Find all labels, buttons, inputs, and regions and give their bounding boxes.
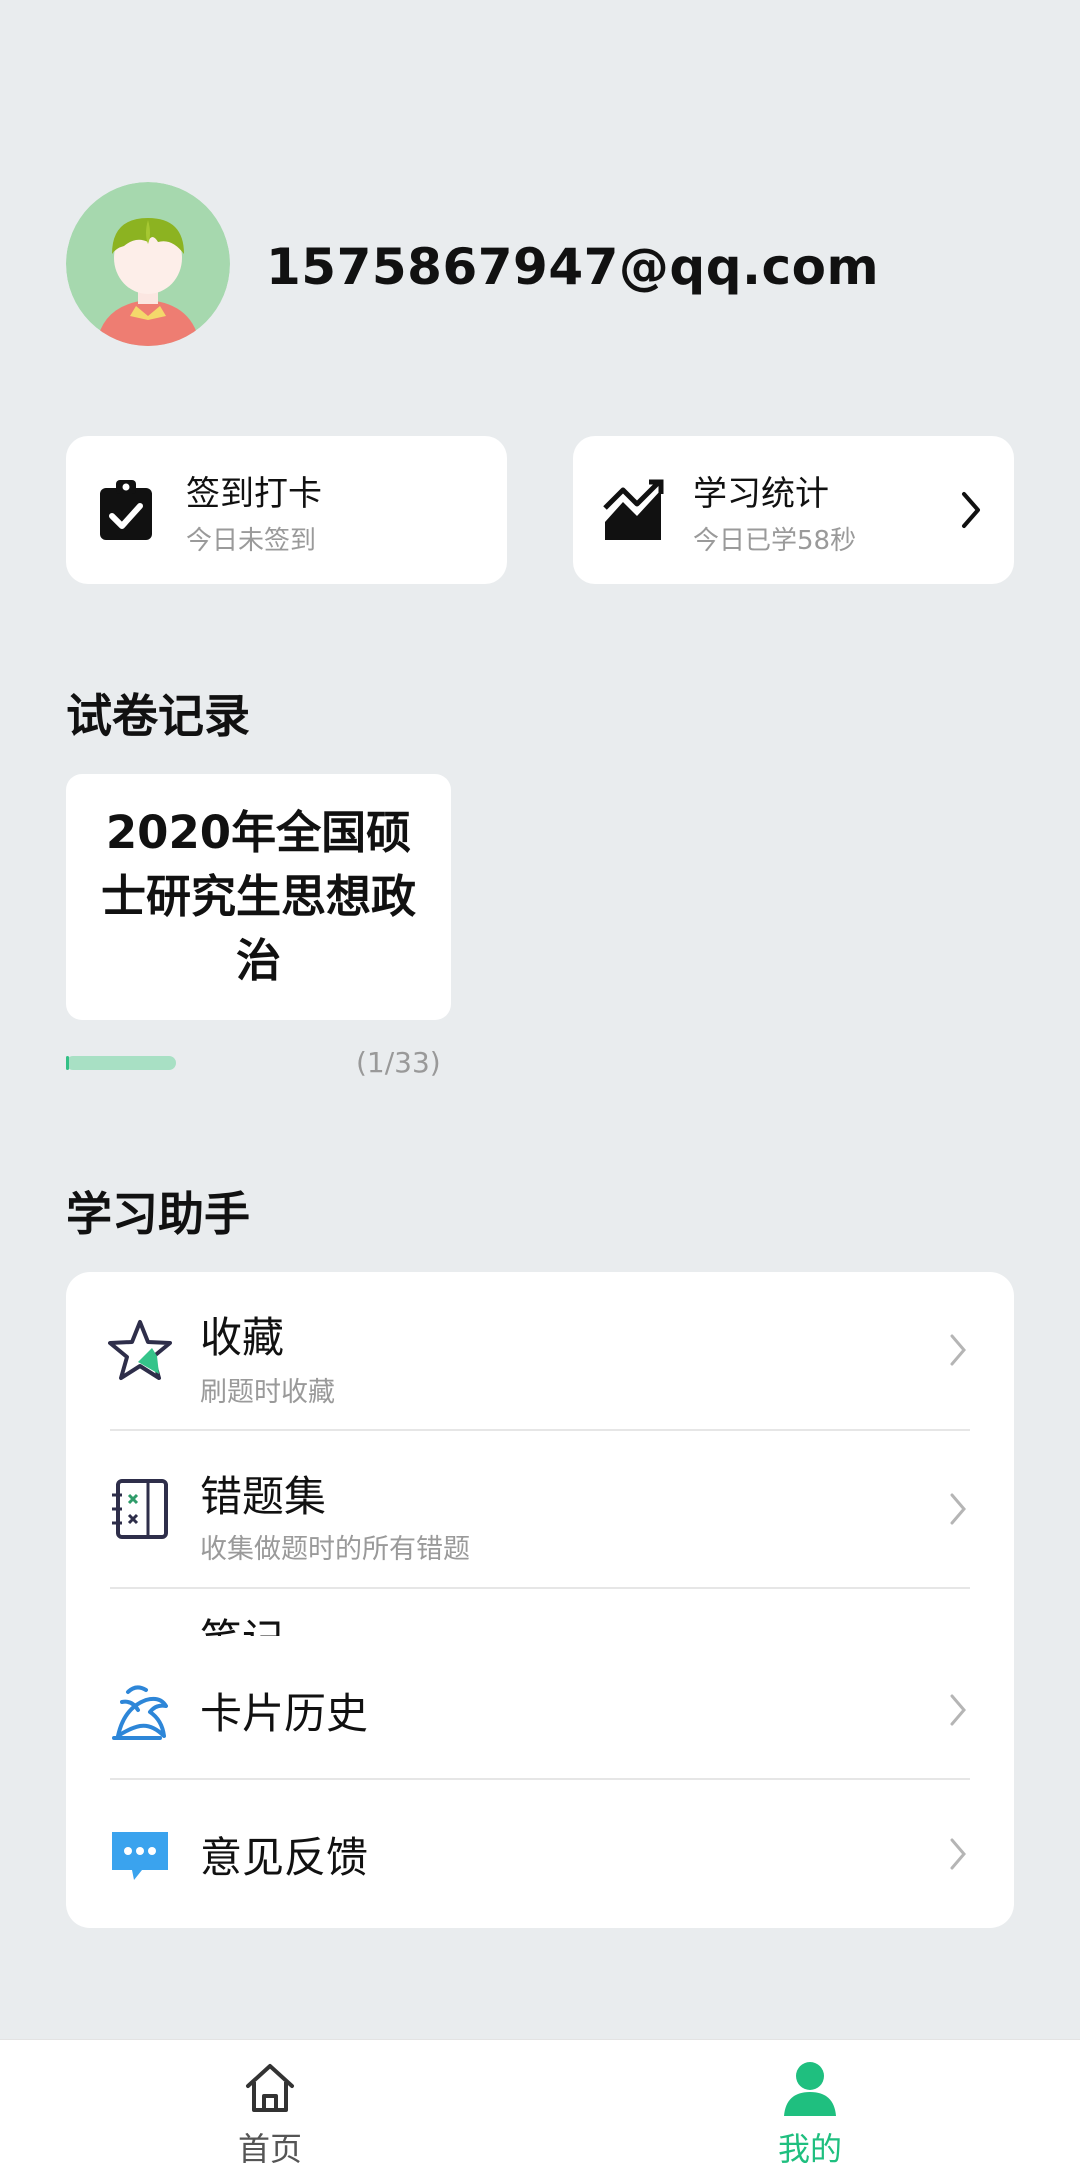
nav-me-label: 我的 (777, 2130, 842, 2168)
paper-title: 2020年全国硕士研究生思想政治 (100, 806, 416, 987)
chevron-right-icon (950, 1838, 966, 1870)
list-item-feedback[interactable]: 意见反馈 (66, 1780, 1014, 1928)
nav-tab-home[interactable]: 首页 (170, 2058, 370, 2170)
list-item-favorites[interactable]: 收藏 刷题时收藏 (66, 1272, 1014, 1430)
nav-tab-me[interactable]: 我的 (710, 2058, 910, 2170)
chevron-right-icon (950, 1694, 966, 1726)
checkin-title: 签到打卡 (186, 474, 322, 514)
chevron-right-icon (950, 1493, 966, 1525)
card-history-icon (112, 1685, 168, 1740)
avatar[interactable] (66, 182, 230, 346)
paper-card[interactable]: 2020年全国硕士研究生思想政治 (66, 774, 451, 1020)
list-item-card-history[interactable]: 卡片历史 (66, 1638, 1014, 1780)
checkin-status: 今日未签到 (186, 526, 317, 556)
list-item-notes-partial[interactable]: 笔记 (200, 1616, 284, 1636)
helper-section-title: 学习助手 (66, 1187, 250, 1241)
stats-title: 学习统计 (693, 474, 829, 514)
wrong-book-subtitle: 收集做题时的所有错题 (200, 1534, 470, 1565)
feedback-icon (112, 1832, 168, 1880)
account-email: 1575867947@qq.com (266, 238, 880, 296)
clipboard-check-icon (100, 480, 152, 540)
star-icon (108, 1320, 172, 1380)
favorites-subtitle: 刷题时收藏 (200, 1377, 335, 1408)
divider (110, 1587, 970, 1589)
paper-progress-bar (66, 1056, 176, 1070)
card-history-title: 卡片历史 (200, 1689, 369, 1738)
wrong-book-icon (112, 1479, 168, 1539)
trend-chart-icon (603, 479, 664, 540)
helper-list: 收藏 刷题时收藏 错题集 收集做题时的所有错题 笔记 (66, 1272, 1014, 1928)
favorites-title: 收藏 (200, 1313, 285, 1362)
feedback-title: 意见反馈 (200, 1833, 369, 1882)
study-stats-card[interactable]: 学习统计 今日已学58秒 (573, 436, 1014, 584)
stats-subtitle: 今日已学58秒 (693, 526, 857, 556)
bottom-nav: 首页 我的 (0, 2039, 1080, 2177)
checkin-card[interactable]: 签到打卡 今日未签到 (66, 436, 507, 584)
chevron-right-icon (950, 1334, 966, 1366)
records-section-title: 试卷记录 (66, 689, 250, 743)
user-avatar-icon (66, 182, 230, 346)
wrong-book-title: 错题集 (200, 1472, 327, 1521)
chevron-right-icon (962, 492, 980, 528)
user-icon (784, 2062, 836, 2116)
list-item-wrong-book[interactable]: 错题集 收集做题时的所有错题 (66, 1431, 1014, 1587)
nav-home-label: 首页 (237, 2130, 302, 2168)
notes-title: 笔记 (200, 1616, 284, 1636)
home-icon (246, 2064, 294, 2112)
paper-progress-fill (66, 1056, 70, 1070)
paper-progress-text: (1/33) (356, 1046, 441, 1079)
